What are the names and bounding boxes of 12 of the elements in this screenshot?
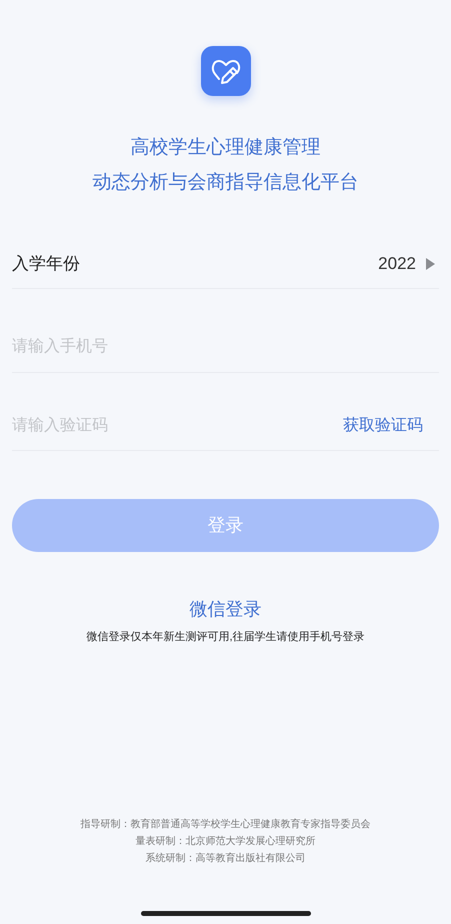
credit-line: 指导研制：教育部普通高等学校学生心理健康教育专家指导委员会 bbox=[80, 818, 370, 832]
wechat-login-link[interactable]: 微信登录 bbox=[190, 596, 262, 623]
app-title: 动态分析与会商指导信息化平台 bbox=[92, 170, 358, 194]
caret-icon bbox=[426, 258, 435, 270]
wechat-login-note: 微信登录仅本年新生测评可用,往届学生请使用手机号登录 bbox=[86, 630, 365, 645]
app-title: 高校学生心理健康管理 bbox=[130, 136, 320, 160]
get-code-link[interactable]: 获取验证码 bbox=[343, 414, 439, 438]
year-picker[interactable]: 2022 bbox=[378, 250, 439, 276]
credit-line: 系统研制：高等教育出版社有限公司 bbox=[146, 852, 306, 866]
credit-line: 量表研制：北京师范大学发展心理研究所 bbox=[136, 834, 316, 849]
heart-pencil-icon bbox=[210, 57, 240, 85]
enrollment-year-label: 入学年份 bbox=[12, 252, 81, 275]
